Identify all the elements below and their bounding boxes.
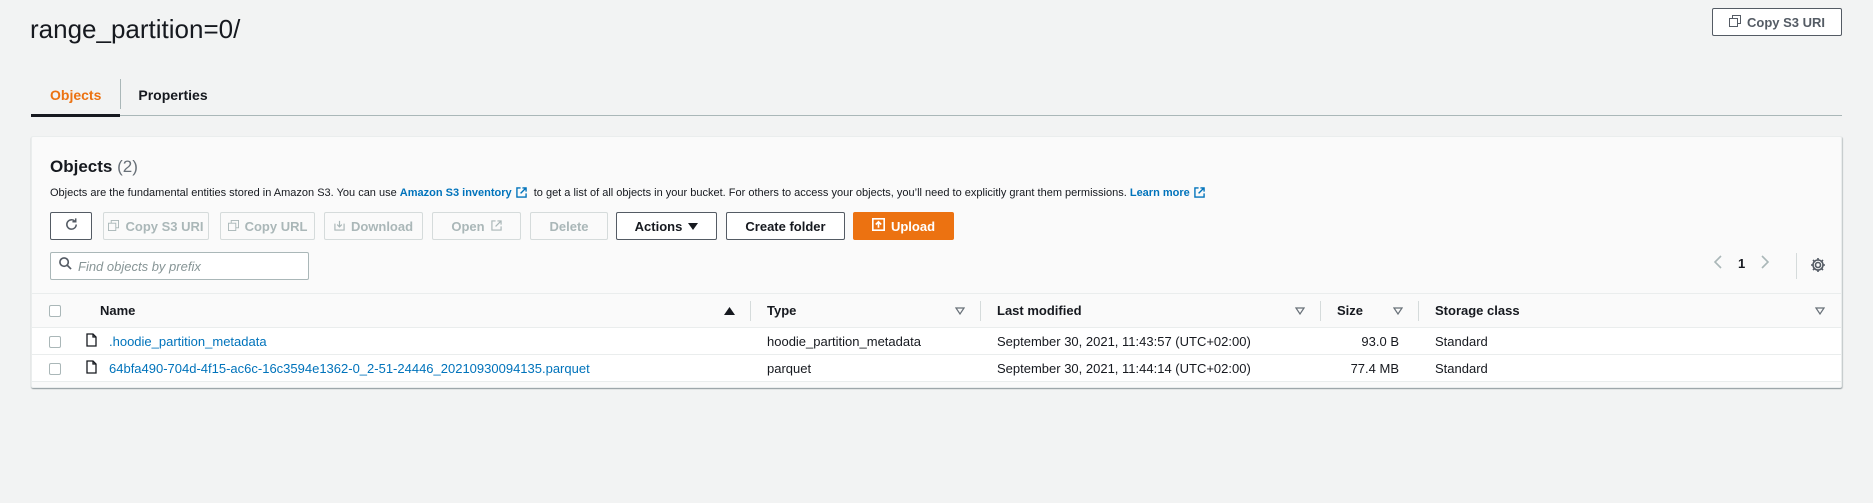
search-input[interactable] xyxy=(78,258,298,274)
delete-label: Delete xyxy=(549,218,589,234)
column-header-type-label: Type xyxy=(767,303,797,318)
chevron-right-icon[interactable] xyxy=(1761,255,1770,272)
refresh-button[interactable] xyxy=(50,212,92,240)
page-number[interactable]: 1 xyxy=(1738,256,1745,271)
object-type: hoodie_partition_metadata xyxy=(767,333,921,349)
gear-icon[interactable] xyxy=(1810,257,1826,278)
object-storage-class: Standard xyxy=(1435,360,1488,376)
objects-table: Name Type Last modified Size Storage cla… xyxy=(32,293,1841,382)
copy-s3-uri-button[interactable]: Copy S3 URI xyxy=(103,212,209,240)
copy-url-button[interactable]: Copy URL xyxy=(220,212,315,240)
row-checkbox[interactable] xyxy=(49,363,61,376)
pager-divider xyxy=(1796,253,1797,279)
learn-more-link[interactable]: Learn more xyxy=(1130,187,1190,199)
column-header-storage-class[interactable]: Storage class xyxy=(1419,294,1841,328)
refresh-icon xyxy=(64,217,79,235)
column-header-last-modified[interactable]: Last modified xyxy=(981,294,1321,328)
copy-s3-uri-header-label: Copy S3 URI xyxy=(1746,14,1825,30)
sort-ascending-icon xyxy=(724,303,735,318)
object-name-link[interactable]: .hoodie_partition_metadata xyxy=(109,334,267,349)
search-box xyxy=(50,252,309,280)
sort-icon xyxy=(1392,303,1404,318)
create-folder-button[interactable]: Create folder xyxy=(726,212,845,240)
column-header-storage-class-label: Storage class xyxy=(1435,303,1520,318)
object-last-modified: September 30, 2021, 11:43:57 (UTC+02:00) xyxy=(997,333,1251,349)
object-last-modified: September 30, 2021, 11:44:14 (UTC+02:00) xyxy=(997,360,1251,376)
objects-title: Objects xyxy=(50,157,113,176)
download-icon xyxy=(334,219,345,234)
table-row[interactable]: 64bfa490-704d-4f15-ac6c-16c3594e1362-0_2… xyxy=(32,355,1841,382)
external-link-icon xyxy=(1193,187,1205,201)
sort-icon xyxy=(954,303,966,318)
create-folder-label: Create folder xyxy=(745,218,826,234)
sort-icon xyxy=(1814,303,1826,318)
upload-icon xyxy=(871,218,885,234)
search-icon xyxy=(59,257,72,275)
copy-icon xyxy=(227,219,239,234)
copy-url-label: Copy URL xyxy=(244,218,308,234)
download-button[interactable]: Download xyxy=(324,212,423,240)
object-name-link[interactable]: 64bfa490-704d-4f15-ac6c-16c3594e1362-0_2… xyxy=(109,361,590,376)
file-icon xyxy=(86,332,97,350)
objects-panel: Objects (2) Objects are the fundamental … xyxy=(31,136,1842,388)
actions-label: Actions xyxy=(634,218,683,234)
description-text-2: to get a list of all objects in your buc… xyxy=(533,187,1127,199)
open-label: Open xyxy=(451,218,485,234)
download-label: Download xyxy=(350,218,414,234)
pagination: 1 xyxy=(1713,255,1770,272)
table-header-row: Name Type Last modified Size Storage cla… xyxy=(32,293,1841,328)
caret-down-icon xyxy=(688,219,699,234)
object-storage-class: Standard xyxy=(1435,333,1488,349)
object-size: 93.0 B xyxy=(1361,333,1399,349)
object-type: parquet xyxy=(767,360,812,376)
tab-properties[interactable]: Properties xyxy=(121,73,224,116)
objects-description: Objects are the fundamental entities sto… xyxy=(50,187,1209,201)
row-checkbox[interactable] xyxy=(49,336,61,349)
object-size: 77.4 MB xyxy=(1350,360,1399,376)
copy-icon xyxy=(1728,14,1741,30)
actions-dropdown[interactable]: Actions xyxy=(616,212,717,240)
table-row[interactable]: .hoodie_partition_metadata hoodie_partit… xyxy=(32,328,1841,355)
column-header-type[interactable]: Type xyxy=(751,294,981,328)
copy-s3-uri-header-button[interactable]: Copy S3 URI xyxy=(1712,8,1842,36)
page-title: range_partition=0/ xyxy=(30,14,241,44)
tab-objects[interactable]: Objects xyxy=(31,73,121,117)
tab-bar: Objects Properties xyxy=(31,73,1842,117)
column-header-size[interactable]: Size xyxy=(1321,294,1419,328)
external-link-icon xyxy=(515,187,527,201)
file-icon xyxy=(86,359,97,377)
copy-icon xyxy=(108,219,120,234)
chevron-left-icon[interactable] xyxy=(1713,255,1722,272)
upload-label: Upload xyxy=(890,218,936,234)
amazon-s3-inventory-link[interactable]: Amazon S3 inventory xyxy=(400,187,512,199)
delete-button[interactable]: Delete xyxy=(530,212,608,240)
column-header-name-label: Name xyxy=(100,303,136,318)
objects-count: (2) xyxy=(117,157,138,176)
objects-panel-title: Objects (2) xyxy=(50,157,138,177)
upload-button[interactable]: Upload xyxy=(853,212,954,240)
column-header-last-modified-label: Last modified xyxy=(997,303,1082,318)
sort-icon xyxy=(1294,303,1306,318)
column-header-name[interactable]: Name xyxy=(84,294,751,328)
column-header-size-label: Size xyxy=(1337,303,1364,318)
select-all-checkbox[interactable] xyxy=(49,304,61,317)
description-text-1: Objects are the fundamental entities sto… xyxy=(50,187,397,199)
open-button[interactable]: Open xyxy=(432,212,521,240)
copy-s3-uri-label: Copy S3 URI xyxy=(125,218,204,234)
external-link-icon xyxy=(490,219,502,234)
